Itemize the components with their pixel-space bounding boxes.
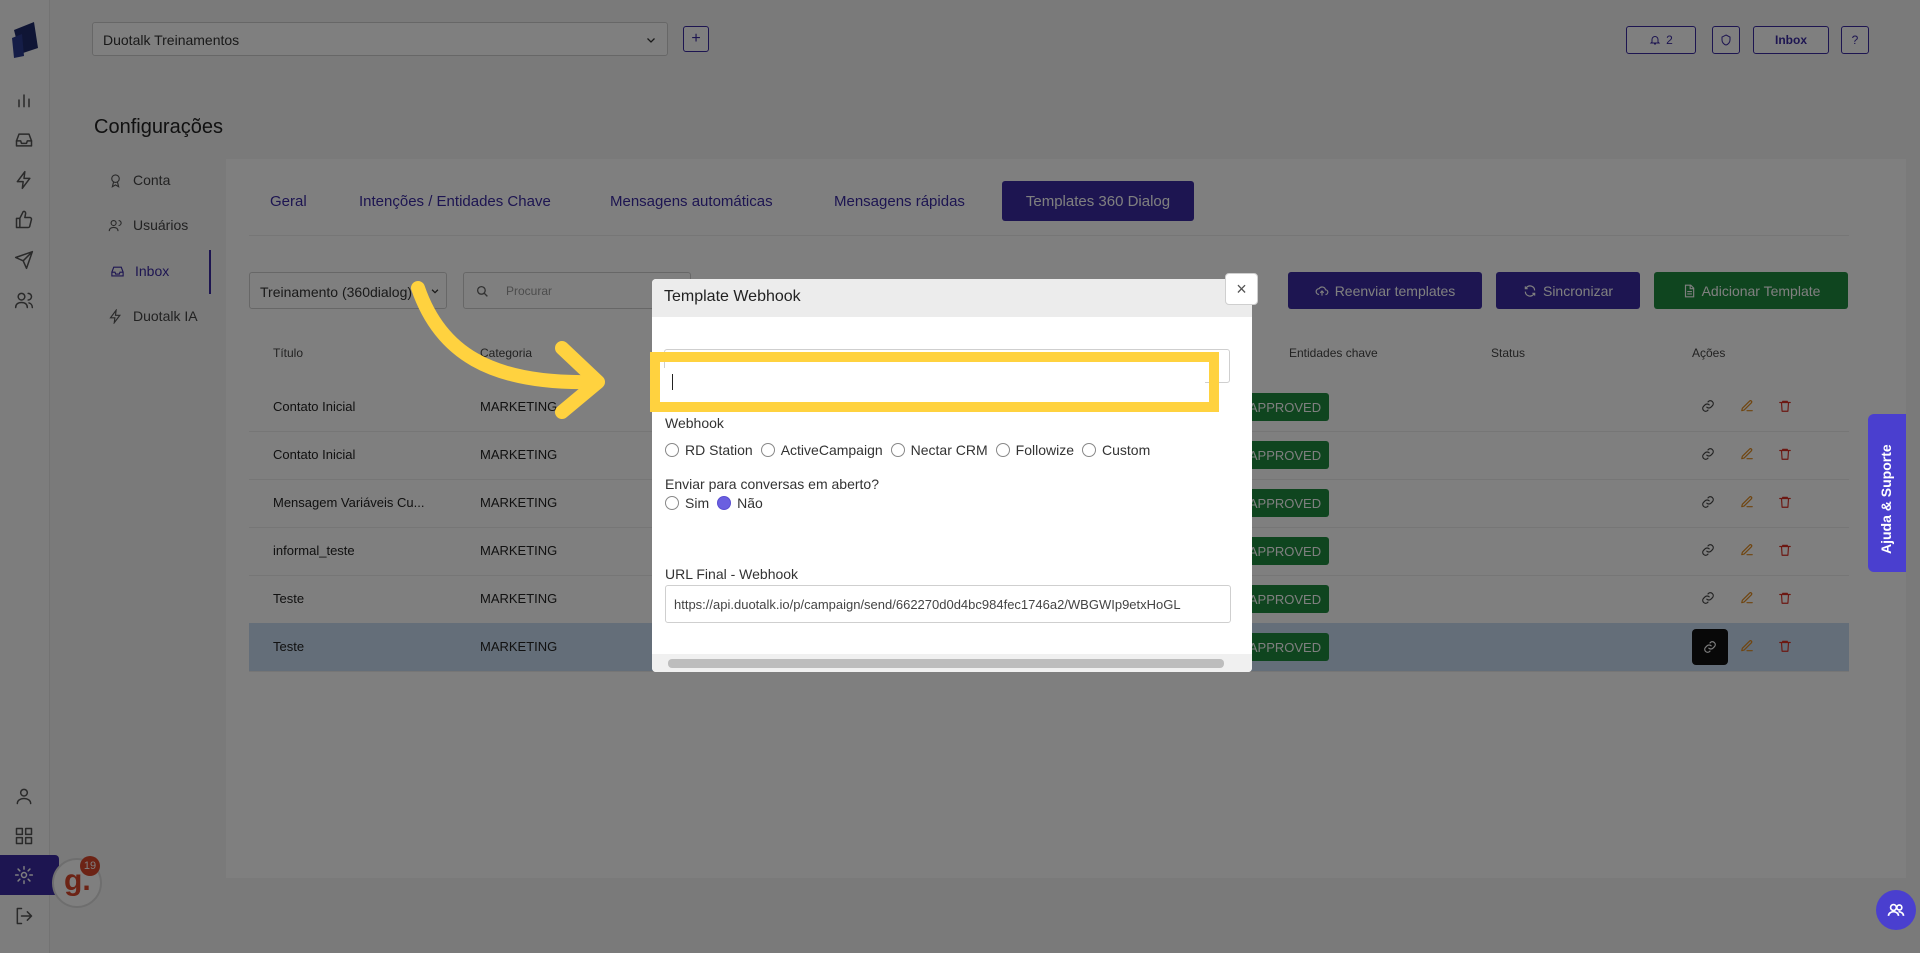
modal-title: Template Webhook	[664, 288, 801, 305]
url-value: https://api.duotalk.io/p/campaign/send/6…	[674, 597, 1181, 612]
highlight-frame	[650, 352, 1219, 412]
template-webhook-modal: Template Webhook Webhook RD Station Activ…	[652, 279, 1252, 672]
scrollbar-thumb[interactable]	[668, 659, 1224, 668]
modal-close-button[interactable]: ×	[1225, 273, 1258, 305]
open-conversations-option[interactable]: Não	[717, 495, 763, 511]
radio-circle-icon[interactable]	[717, 496, 732, 510]
webhook-radio-group: RD Station ActiveCampaign Nectar CRM Follow…	[665, 442, 1158, 462]
community-chat-button[interactable]	[1876, 890, 1916, 930]
webhook-option-label: Nectar CRM	[910, 442, 988, 458]
modal-header: Template Webhook	[652, 279, 1252, 317]
open-conversations-option[interactable]: Sim	[665, 495, 709, 511]
horizontal-scrollbar[interactable]	[652, 654, 1252, 672]
radio-circle-icon[interactable]	[890, 443, 905, 457]
url-field[interactable]: https://api.duotalk.io/p/campaign/send/6…	[665, 585, 1231, 623]
webhook-option[interactable]: Followize	[995, 442, 1075, 458]
radio-circle-icon[interactable]	[995, 443, 1010, 457]
open-conversations-radio-group: Sim Não	[665, 495, 771, 515]
people-icon	[1887, 903, 1905, 916]
webhook-option[interactable]: Custom	[1082, 442, 1150, 458]
open-conversations-label: Enviar para conversas em aberto?	[665, 476, 879, 492]
url-label: URL Final - Webhook	[665, 566, 799, 582]
template-select-highlighted[interactable]	[664, 368, 1205, 396]
radio-circle-icon[interactable]	[1082, 443, 1097, 457]
radio-circle-icon[interactable]	[665, 496, 679, 510]
webhook-option[interactable]: Nectar CRM	[890, 442, 988, 458]
open-conversations-option-label: Não	[737, 495, 763, 511]
webhook-option-label: Custom	[1102, 442, 1151, 458]
webhook-option-label: Followize	[1015, 442, 1075, 458]
tutorial-arrow-icon	[411, 281, 605, 419]
radio-circle-icon[interactable]	[760, 443, 775, 457]
help-support-tab[interactable]: Ajuda & Suporte	[1868, 414, 1906, 572]
webhook-option-label: RD Station	[685, 442, 753, 458]
help-support-label: Ajuda & Suporte	[1878, 444, 1894, 554]
webhook-option-label: ActiveCampaign	[780, 442, 883, 458]
open-conversations-option-label: Sim	[685, 495, 710, 511]
radio-circle-icon[interactable]	[665, 443, 679, 457]
webhook-option[interactable]: ActiveCampaign	[760, 442, 883, 458]
text-cursor	[672, 374, 673, 390]
webhook-label: Webhook	[665, 415, 724, 431]
webhook-option[interactable]: RD Station	[665, 442, 753, 458]
